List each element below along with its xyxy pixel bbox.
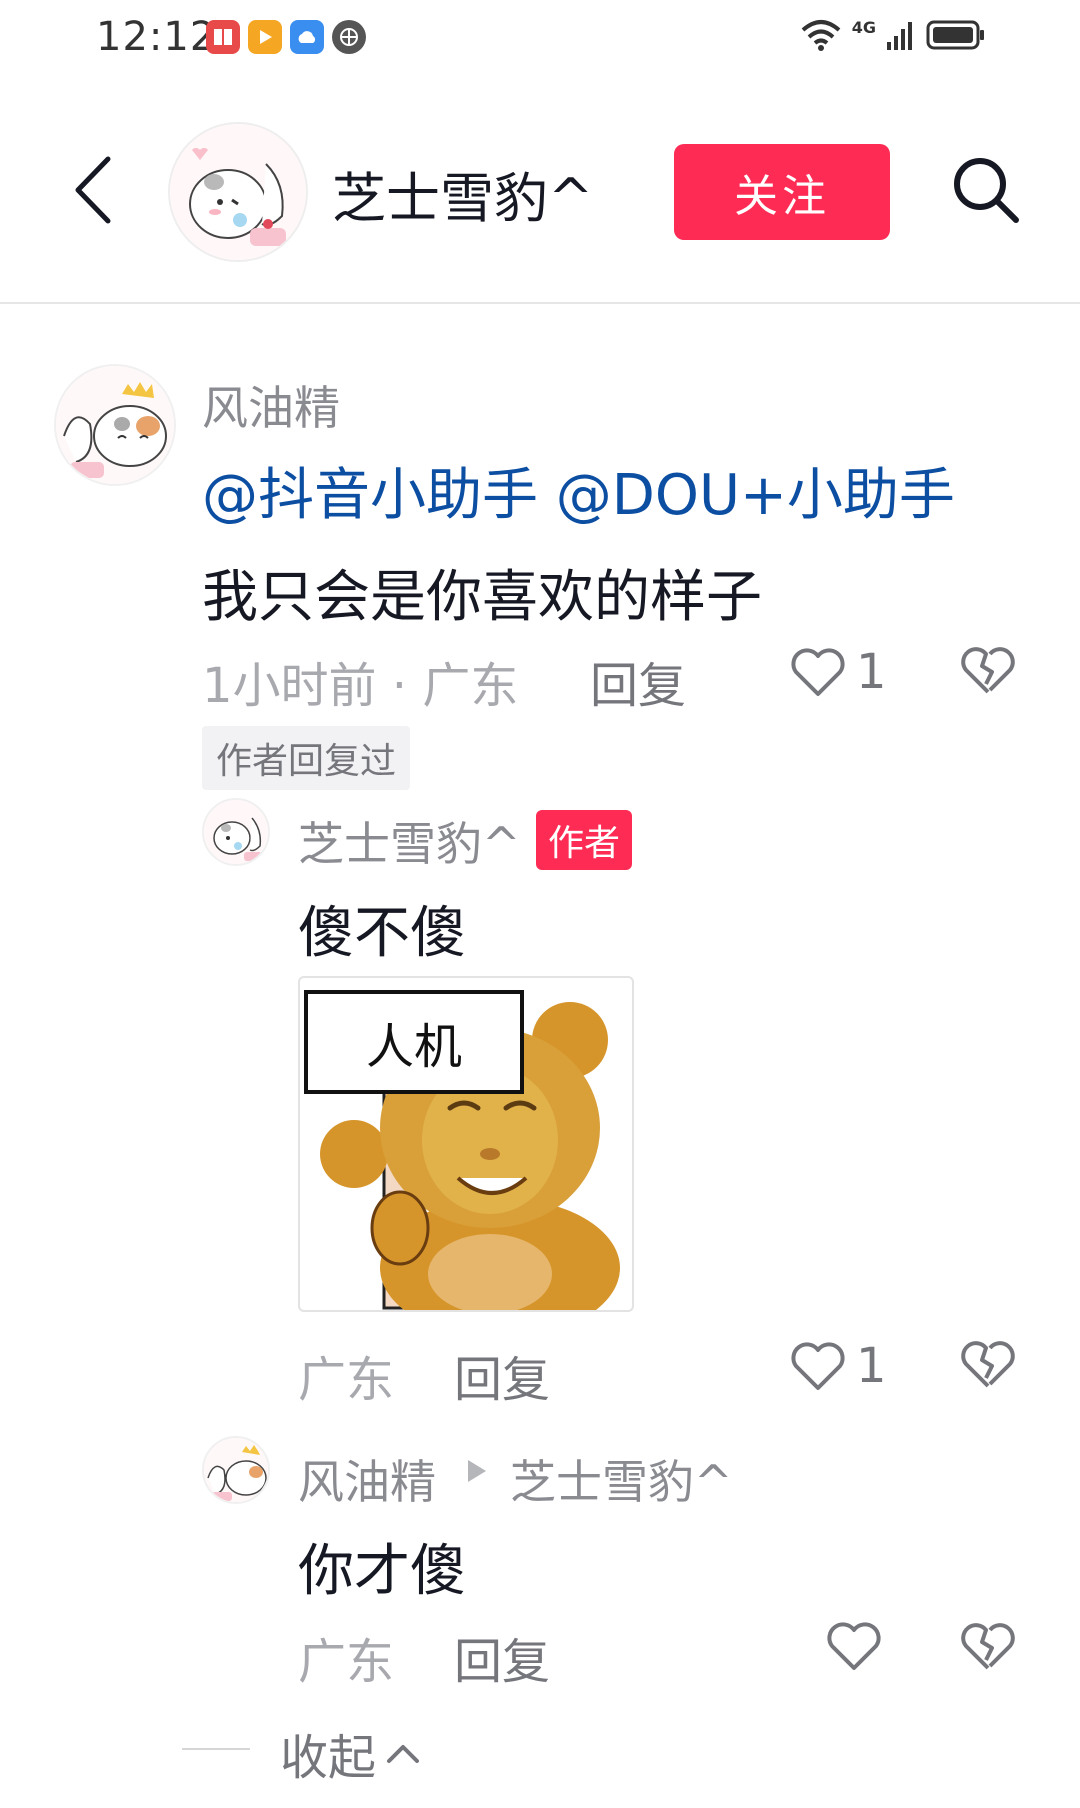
back-button[interactable] (62, 150, 122, 230)
chevron-left-icon (75, 156, 111, 224)
author-tag: 作者 (536, 810, 633, 870)
header-avatar[interactable] (168, 122, 308, 262)
heart-icon (791, 648, 845, 696)
video-app-icon (248, 20, 282, 54)
heart-icon (827, 1622, 881, 1670)
collapse-button[interactable]: 收起 (280, 1718, 420, 1788)
search-icon (954, 158, 1019, 223)
broken-heart-icon (961, 1623, 1015, 1670)
reply-button[interactable]: 回复 (454, 1340, 550, 1410)
reply-location: 广东 (298, 1352, 395, 1408)
like-button[interactable] (826, 1620, 882, 1672)
reply-text: 你才傻 (298, 1539, 466, 1604)
dislike-button[interactable] (960, 1338, 1016, 1394)
comment-time-location: 1小时前 · 广东 (202, 658, 519, 714)
reply-avatar[interactable] (202, 1436, 270, 1504)
reply-text: 傻不傻 (298, 901, 466, 966)
author-replied-badge: 作者回复过 (202, 726, 411, 790)
collapse-label: 收起 (280, 1730, 377, 1786)
status-bar: 12:12 4G (0, 0, 1080, 80)
avatar-image (204, 1438, 268, 1502)
avatar-image (56, 366, 174, 484)
comment-mentions[interactable]: @抖音小助手 @DOU+小助手 (202, 450, 955, 531)
follow-button[interactable]: 关注 (674, 144, 890, 240)
dislike-button[interactable] (960, 1620, 1016, 1676)
collapse-divider (182, 1748, 250, 1750)
sticker-sign-text: 人机 (304, 990, 524, 1094)
status-time: 12:12 (96, 14, 217, 60)
reply-button[interactable]: 回复 (590, 646, 686, 716)
status-notification-icons (206, 20, 366, 54)
like-count: 1 (856, 644, 887, 700)
broken-heart-icon (961, 1341, 1015, 1388)
header: 芝士雪豹^ 关注 (0, 110, 1080, 262)
browser-app-icon (332, 20, 366, 54)
wifi-icon (801, 20, 841, 51)
reply-author[interactable]: 风油精 (298, 1446, 436, 1512)
avatar-image (204, 800, 268, 864)
reply-author[interactable]: 芝士雪豹^ (298, 808, 521, 874)
status-system-icons: 4G (800, 18, 986, 52)
comment-author[interactable]: 风油精 (202, 372, 340, 438)
header-title: 芝士雪豹^ (332, 167, 594, 230)
battery-icon (926, 20, 984, 50)
broken-heart-icon (961, 647, 1015, 694)
reply-to-user[interactable]: 芝士雪豹^ (510, 1446, 733, 1512)
book-app-icon (206, 20, 240, 54)
signal-icon (887, 22, 912, 50)
cloud-app-icon (290, 20, 324, 54)
reply-to-arrow-icon (468, 1460, 486, 1482)
reply-button[interactable]: 回复 (454, 1622, 550, 1692)
like-button[interactable]: 1 (790, 1338, 887, 1394)
reply-avatar[interactable] (202, 798, 270, 866)
dislike-button[interactable] (960, 644, 1016, 700)
like-button[interactable]: 1 (790, 644, 887, 700)
network-label: 4G (851, 18, 876, 37)
header-divider (0, 302, 1080, 304)
search-button[interactable] (946, 150, 1026, 230)
chevron-up-icon (387, 1745, 420, 1763)
reply-location: 广东 (298, 1634, 395, 1690)
comment-text: 我只会是你喜欢的样子 (202, 565, 762, 630)
avatar-image (170, 124, 306, 260)
heart-icon (791, 1342, 845, 1390)
like-count: 1 (856, 1338, 887, 1394)
comment-avatar[interactable] (54, 364, 176, 486)
sticker-image[interactable]: 人机 (298, 976, 634, 1312)
